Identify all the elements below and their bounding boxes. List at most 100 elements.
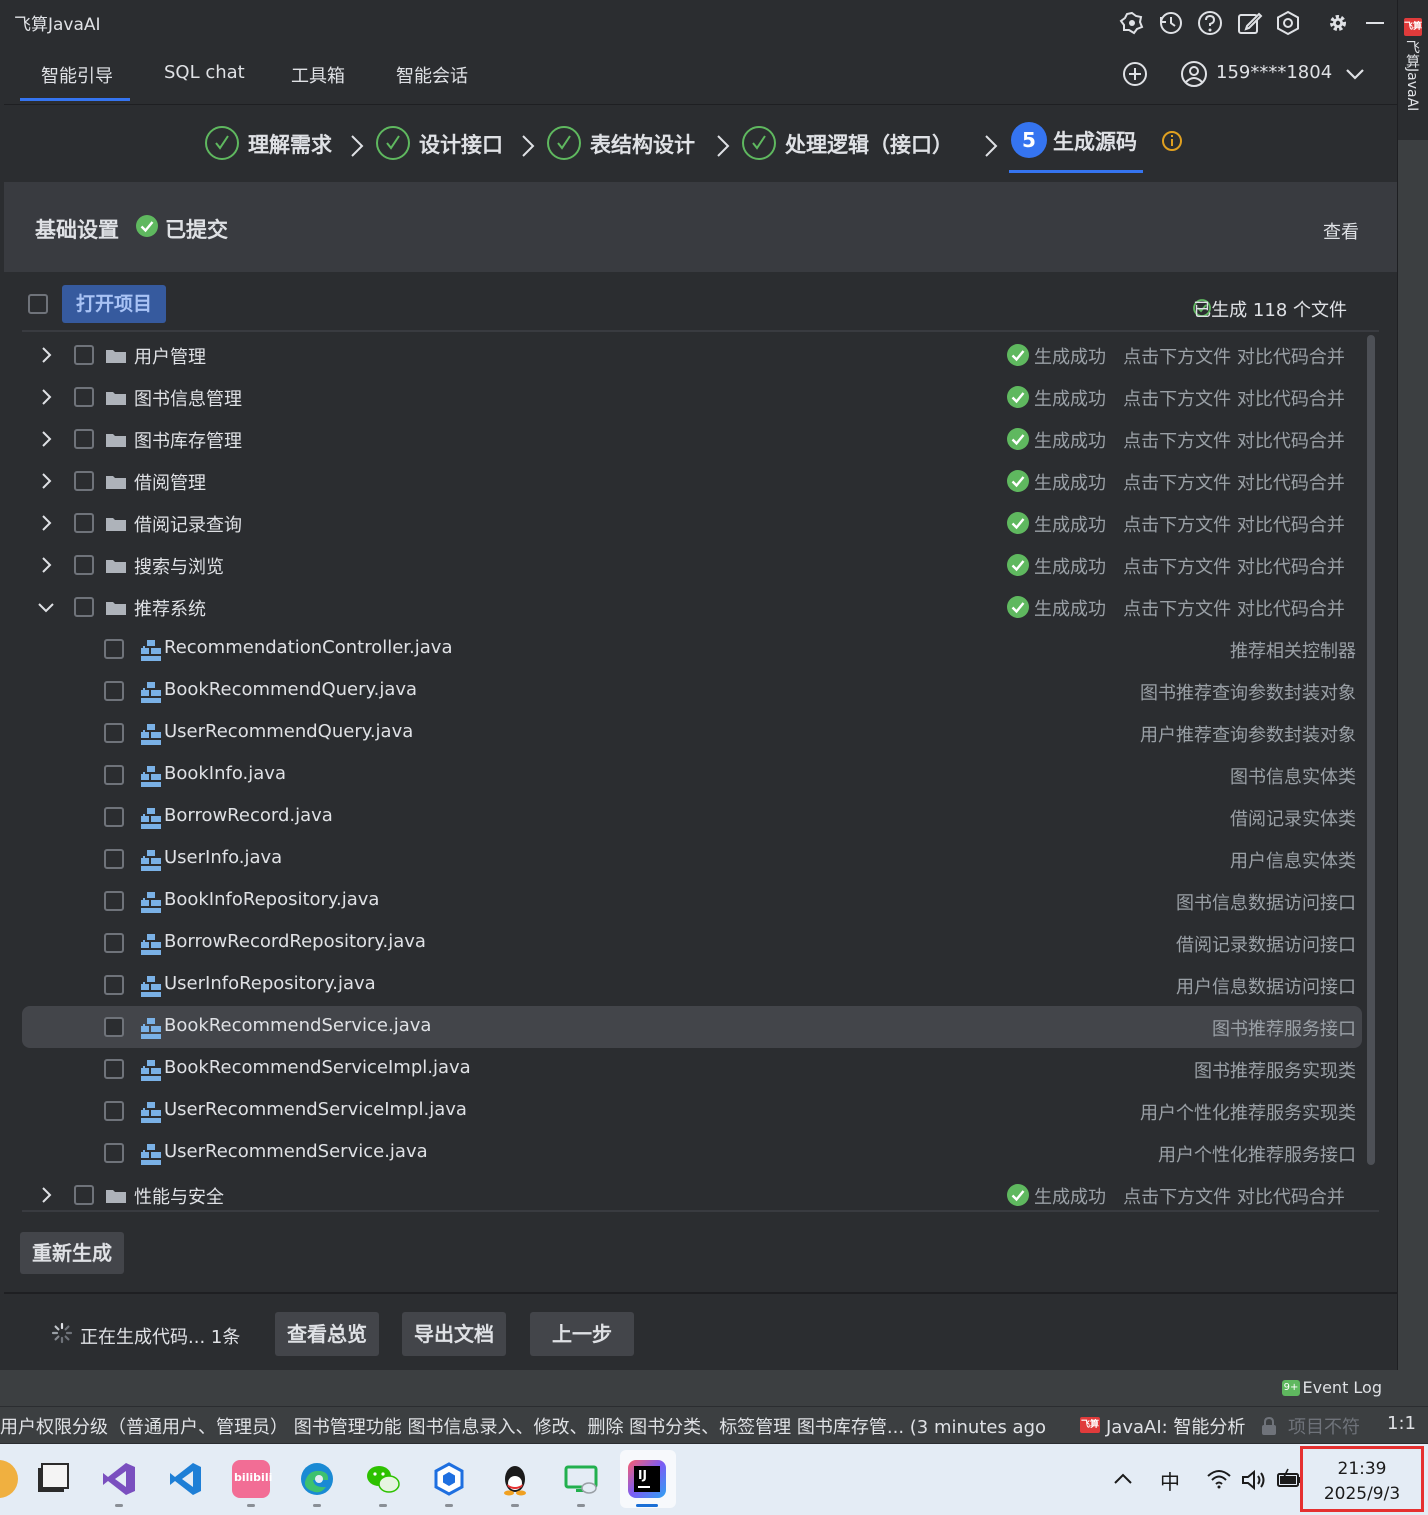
add-icon[interactable] — [1121, 60, 1149, 88]
feishu-icon[interactable] — [430, 1460, 468, 1498]
view-link[interactable]: 查看 — [1323, 218, 1359, 244]
chevron-right-icon[interactable] — [37, 346, 55, 364]
javaai-status-widget[interactable]: JavaAI: 智能分析 — [1106, 1413, 1245, 1439]
folder-row[interactable]: 推荐系统 生成成功 点击下方文件 对比代码合并 — [22, 586, 1362, 628]
step-5-label[interactable]: 生成源码 — [1053, 126, 1137, 156]
row-checkbox[interactable] — [104, 765, 124, 785]
qq-icon[interactable] — [496, 1460, 534, 1498]
chevron-right-icon[interactable] — [37, 388, 55, 406]
row-checkbox[interactable] — [104, 723, 124, 743]
robot-icon[interactable] — [1118, 9, 1146, 37]
minimize-icon[interactable] — [1361, 9, 1389, 37]
folder-row[interactable]: 性能与安全 生成成功 点击下方文件 对比代码合并 — [22, 1174, 1362, 1216]
chevron-right-icon[interactable] — [37, 472, 55, 490]
row-checkbox[interactable] — [104, 681, 124, 701]
row-checkbox[interactable] — [104, 1017, 124, 1037]
row-checkbox[interactable] — [74, 345, 94, 365]
row-checkbox[interactable] — [104, 891, 124, 911]
history-icon[interactable] — [1157, 9, 1185, 37]
file-manager-icon[interactable] — [34, 1460, 72, 1498]
event-log-button[interactable]: Event Log — [1303, 1378, 1383, 1397]
export-doc-button[interactable]: 导出文档 — [402, 1312, 506, 1356]
caret-position[interactable]: 1:1 — [1387, 1413, 1416, 1434]
tab-sql-chat[interactable]: SQL chat — [164, 62, 245, 83]
row-checkbox[interactable] — [74, 597, 94, 617]
folder-row[interactable]: 搜索与浏览 生成成功 点击下方文件 对比代码合并 — [22, 544, 1362, 586]
tab-toolbox[interactable]: 工具箱 — [291, 62, 345, 88]
chevron-down-icon[interactable] — [37, 598, 55, 616]
row-checkbox[interactable] — [74, 429, 94, 449]
row-checkbox[interactable] — [104, 1059, 124, 1079]
battery-icon[interactable] — [1276, 1468, 1302, 1490]
chevron-up-icon[interactable] — [1112, 1472, 1134, 1486]
gear-icon[interactable] — [1324, 9, 1352, 37]
row-checkbox[interactable] — [104, 849, 124, 869]
step-3-label[interactable]: 表结构设计 — [590, 129, 695, 159]
visual-studio-icon[interactable] — [100, 1460, 138, 1498]
previous-step-button[interactable]: 上一步 — [530, 1312, 634, 1356]
row-checkbox[interactable] — [104, 933, 124, 953]
row-checkbox[interactable] — [74, 555, 94, 575]
volume-icon[interactable] — [1240, 1469, 1266, 1491]
tab-smart-chat[interactable]: 智能会话 — [396, 62, 468, 88]
folder-row[interactable]: 图书库存管理 生成成功 点击下方文件 对比代码合并 — [22, 418, 1362, 460]
row-checkbox[interactable] — [104, 1101, 124, 1121]
file-row[interactable]: BookInfo.java 图书信息实体类 — [22, 754, 1362, 796]
help-icon[interactable] — [1196, 9, 1224, 37]
javaai-logo[interactable]: 飞算 — [1404, 18, 1422, 36]
scrollbar[interactable] — [1367, 335, 1375, 1165]
edit-icon[interactable] — [1235, 9, 1263, 37]
file-row[interactable]: UserInfoRepository.java 用户信息数据访问接口 — [22, 964, 1362, 1006]
file-row[interactable]: BookRecommendQuery.java 图书推荐查询参数封装对象 — [22, 670, 1362, 712]
file-row[interactable]: BorrowRecordRepository.java 借阅记录数据访问接口 — [22, 922, 1362, 964]
hexagon-settings-icon[interactable] — [1274, 9, 1302, 37]
step-1-label[interactable]: 理解需求 — [248, 129, 332, 159]
row-checkbox[interactable] — [104, 807, 124, 827]
row-checkbox[interactable] — [74, 471, 94, 491]
file-row[interactable]: BookRecommendService.java 图书推荐服务接口 — [22, 1006, 1362, 1048]
regenerate-button[interactable]: 重新生成 — [20, 1232, 124, 1274]
open-project-button[interactable]: 打开项目 — [62, 285, 166, 323]
step-2-label[interactable]: 设计接口 — [419, 129, 503, 159]
select-all-checkbox[interactable] — [28, 294, 48, 314]
file-row[interactable]: UserInfo.java 用户信息实体类 — [22, 838, 1362, 880]
row-checkbox[interactable] — [104, 1143, 124, 1163]
running-indicator — [115, 1504, 123, 1507]
row-checkbox[interactable] — [104, 639, 124, 659]
file-row[interactable]: UserRecommendService.java 用户个性化推荐服务接口 — [22, 1132, 1362, 1174]
view-overview-button[interactable]: 查看总览 — [275, 1312, 379, 1356]
bilibili-icon[interactable]: bilibili — [232, 1460, 272, 1498]
file-row[interactable]: BorrowRecord.java 借阅记录实体类 — [22, 796, 1362, 838]
vscode-icon[interactable] — [166, 1460, 204, 1498]
ime-indicator[interactable]: 中 — [1160, 1466, 1180, 1495]
file-row[interactable]: BookInfoRepository.java 图书信息数据访问接口 — [22, 880, 1362, 922]
step-4-label[interactable]: 处理逻辑（接口） — [785, 129, 953, 159]
file-row[interactable]: BookRecommendServiceImpl.java 图书推荐服务实现类 — [22, 1048, 1362, 1090]
chevron-right-icon[interactable] — [37, 1186, 55, 1204]
intellij-icon[interactable]: IJ — [628, 1460, 666, 1498]
folder-row[interactable]: 用户管理 生成成功 点击下方文件 对比代码合并 — [22, 334, 1362, 376]
tab-smart-guide[interactable]: 智能引导 — [41, 62, 113, 88]
file-row[interactable]: UserRecommendServiceImpl.java 用户个性化推荐服务实现… — [22, 1090, 1362, 1132]
row-checkbox[interactable] — [74, 387, 94, 407]
partial-app-icon[interactable] — [0, 1460, 18, 1498]
row-checkbox[interactable] — [104, 975, 124, 995]
chevron-right-icon[interactable] — [37, 430, 55, 448]
folder-row[interactable]: 借阅记录查询 生成成功 点击下方文件 对比代码合并 — [22, 502, 1362, 544]
clock-highlight-box[interactable]: 21:39 2025/9/3 — [1300, 1446, 1424, 1512]
file-row[interactable]: RecommendationController.java 推荐相关控制器 — [22, 628, 1362, 670]
folder-row[interactable]: 图书信息管理 生成成功 点击下方文件 对比代码合并 — [22, 376, 1362, 418]
status-message[interactable]: 用户权限分级（普通用户、管理员） 图书管理功能 图书信息录入、修改、删除 图书分… — [0, 1413, 1046, 1439]
row-checkbox[interactable] — [74, 1185, 94, 1205]
edge-icon[interactable] — [298, 1460, 336, 1498]
info-icon[interactable] — [1161, 130, 1183, 152]
file-row[interactable]: UserRecommendQuery.java 用户推荐查询参数封装对象 — [22, 712, 1362, 754]
remote-desktop-icon[interactable] — [562, 1460, 600, 1498]
chevron-right-icon[interactable] — [37, 514, 55, 532]
chevron-right-icon[interactable] — [37, 556, 55, 574]
wechat-icon[interactable] — [364, 1460, 402, 1498]
folder-row[interactable]: 借阅管理 生成成功 点击下方文件 对比代码合并 — [22, 460, 1362, 502]
wifi-icon[interactable] — [1206, 1468, 1232, 1490]
javaai-tool-window-button[interactable]: 飞算JavaAI — [1402, 40, 1422, 111]
row-checkbox[interactable] — [74, 513, 94, 533]
